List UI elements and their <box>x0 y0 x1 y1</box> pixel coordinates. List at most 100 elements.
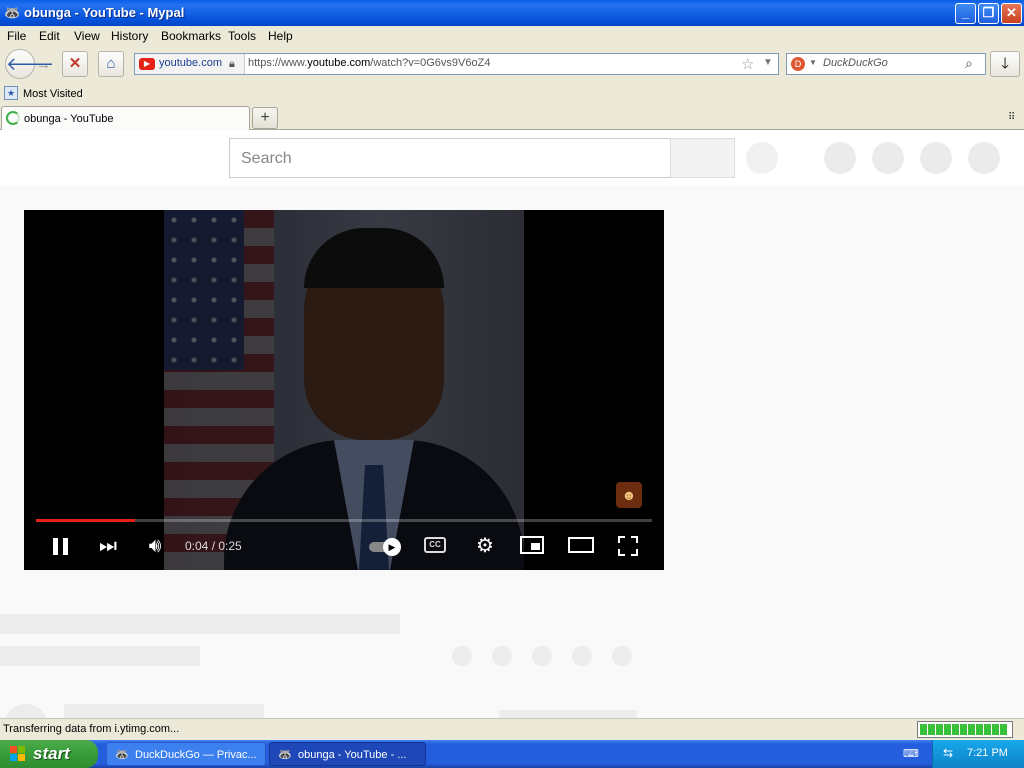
action-skeleton-icon <box>612 646 632 666</box>
tab-strip: obunga - YouTube + ⠿ <box>0 104 1024 130</box>
masthead-placeholder-icon[interactable] <box>920 142 952 174</box>
pause-button[interactable] <box>46 532 76 560</box>
keyboard-icon[interactable]: ⌨ <box>903 747 919 760</box>
fullscreen-corner <box>618 549 625 556</box>
progress-segment <box>952 724 959 735</box>
system-tray: ⇆ 7:21 PM <box>932 740 1024 768</box>
url-prefix: https://www. <box>248 57 308 69</box>
progress-segment <box>928 724 935 735</box>
fullscreen-corner <box>631 536 638 543</box>
avatar[interactable] <box>968 142 1000 174</box>
settings-button[interactable]: ⚙ <box>470 532 500 560</box>
app-icon[interactable]: 🦝 <box>4 5 20 21</box>
skip-next-icon: ⏭︎ <box>99 535 117 557</box>
stop-x-icon: ✕ <box>68 55 82 72</box>
navigation-toolbar: 🡐 → ✕ ⌂ ▶ youtube.com 🔒︎ https://www.you… <box>0 46 1024 84</box>
downloads-button[interactable]: 🡓 <box>990 51 1020 77</box>
channel-watermark-icon[interactable]: ☻ <box>616 482 642 508</box>
title-skeleton <box>0 614 400 634</box>
menu-edit[interactable]: Edit <box>39 29 60 43</box>
url-text[interactable]: https://www.youtube.com/watch?v=0G6vs9V6… <box>248 57 490 69</box>
menu-file[interactable]: File <box>7 29 26 43</box>
youtube-search-placeholder: Search <box>241 150 292 167</box>
page-content: Search ☻ ⏭︎ 🔊︎ 0:04 / 0:25 ▶ CC ⚙ <box>0 130 1024 718</box>
progress-segment <box>984 724 991 735</box>
new-tab-button[interactable]: + <box>252 107 278 129</box>
captions-icon[interactable]: CC <box>424 537 446 553</box>
logo-pane <box>18 746 25 753</box>
theater-mode-icon[interactable] <box>568 537 594 553</box>
progress-segment <box>1000 724 1007 735</box>
url-bar[interactable]: ▶ youtube.com 🔒︎ https://www.youtube.com… <box>134 53 779 75</box>
video-player[interactable]: ☻ ⏭︎ 🔊︎ 0:04 / 0:25 ▶ CC ⚙ <box>24 210 664 570</box>
tab-obunga-youtube[interactable]: obunga - YouTube <box>1 106 250 130</box>
autoplay-toggle[interactable]: ▶ <box>369 538 403 556</box>
restore-button[interactable]: ❐ <box>978 3 999 24</box>
back-button[interactable]: 🡐 <box>5 49 54 79</box>
magnifier-icon[interactable]: ⌕ <box>965 55 973 72</box>
status-text: Transferring data from i.ytimg.com... <box>3 723 180 735</box>
minimize-button[interactable]: _ <box>955 3 976 24</box>
progress-segment <box>936 724 943 735</box>
url-domain: youtube.com <box>307 57 371 69</box>
menu-view[interactable]: View <box>74 29 100 43</box>
taskbar-item-label: obunga - YouTube - ... <box>298 749 407 761</box>
url-dropdown-icon[interactable]: ▼ <box>763 57 773 68</box>
search-engine-dropdown-icon[interactable]: ▼ <box>809 58 817 67</box>
menu-bookmarks[interactable]: Bookmarks <box>161 29 221 43</box>
bookmark-most-visited[interactable]: Most Visited <box>23 88 83 100</box>
taskbar-item-obunga[interactable]: 🦝 obunga - YouTube - ... <box>269 742 426 766</box>
player-overlay <box>24 210 664 570</box>
site-identity-label: youtube.com <box>159 57 222 69</box>
lock-icon: 🔒︎ <box>229 58 235 70</box>
bookmark-folder-icon: ★ <box>4 86 18 100</box>
plus-icon: + <box>260 109 270 126</box>
taskbar-item-duckduckgo[interactable]: 🦝 DuckDuckGo — Privac... <box>106 742 266 766</box>
youtube-search-input[interactable]: Search <box>229 138 671 178</box>
search-placeholder: DuckDuckGo <box>823 57 888 69</box>
app-icon: 🦝 <box>115 749 129 761</box>
taskbar-item-label: DuckDuckGo — Privac... <box>135 749 257 761</box>
close-button[interactable]: ✕ <box>1001 3 1022 24</box>
menu-help[interactable]: Help <box>268 29 293 43</box>
masthead-placeholder-icon[interactable] <box>824 142 856 174</box>
arrow-right-icon: → <box>36 56 51 73</box>
app-icon: 🦝 <box>278 749 292 761</box>
youtube-masthead: Search <box>0 130 1024 186</box>
miniplayer-inner <box>531 543 540 550</box>
menu-history[interactable]: History <box>111 29 148 43</box>
fullscreen-icon[interactable] <box>618 536 638 556</box>
progress-bar[interactable] <box>36 519 652 522</box>
bookmark-star-icon[interactable]: ☆ <box>741 55 754 73</box>
fullscreen-corner <box>618 536 625 543</box>
next-button[interactable]: ⏭︎ <box>93 532 123 560</box>
tab-label: obunga - YouTube <box>24 113 114 125</box>
duckduckgo-icon[interactable]: D <box>791 57 805 71</box>
menu-tools[interactable]: Tools <box>228 29 256 43</box>
home-button[interactable]: ⌂ <box>98 51 124 77</box>
volume-icon: 🔊︎ <box>148 535 162 557</box>
taskbar: start 🦝 DuckDuckGo — Privac... 🦝 obunga … <box>0 740 1024 768</box>
forward-button[interactable]: → <box>36 56 51 73</box>
home-icon: ⌂ <box>106 55 116 72</box>
network-icon[interactable]: ⇆ <box>943 746 959 762</box>
channel-avatar-skeleton <box>4 704 48 718</box>
stop-button[interactable]: ✕ <box>62 51 88 77</box>
views-skeleton <box>0 646 200 666</box>
progress-segment <box>968 724 975 735</box>
window-title-bar[interactable]: 🦝 obunga - YouTube - Mypal _ ❐ ✕ <box>0 0 1024 26</box>
windows-logo-icon <box>10 746 26 762</box>
masthead-placeholder-icon[interactable] <box>872 142 904 174</box>
start-button[interactable]: start <box>0 740 98 768</box>
site-identity-box[interactable]: ▶ youtube.com 🔒︎ <box>135 54 245 74</box>
action-skeleton-icon <box>532 646 552 666</box>
search-bar[interactable]: D ▼ DuckDuckGo ⌕ <box>786 53 986 75</box>
tab-list-icon[interactable]: ⠿ <box>1008 112 1015 123</box>
clock[interactable]: 7:21 PM <box>967 747 1008 759</box>
download-arrow-icon: 🡓 <box>1001 55 1009 72</box>
progress-segment <box>992 724 999 735</box>
miniplayer-icon[interactable] <box>520 536 544 554</box>
mute-button[interactable]: 🔊︎ <box>140 532 170 560</box>
youtube-search-button[interactable] <box>670 138 735 178</box>
bookmarks-toolbar: ★ Most Visited <box>0 84 1024 104</box>
